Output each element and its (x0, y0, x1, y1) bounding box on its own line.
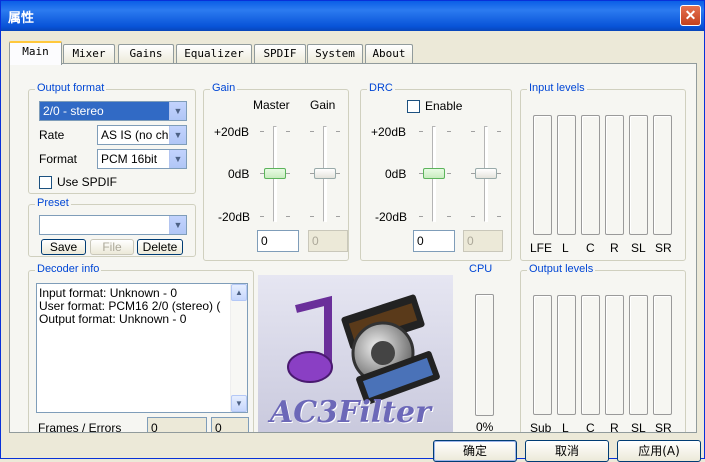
tab-gains[interactable]: Gains (118, 44, 174, 64)
output-format-group: Output format 2/0 - stereo ▼ Rate AS IS … (28, 82, 196, 194)
delete-button[interactable]: Delete (137, 239, 183, 255)
input-meter-r (605, 115, 624, 235)
frames-errors-label: Frames / Errors (38, 421, 122, 433)
output-levels-group: Output levels Sub L C R SL SR (520, 263, 686, 433)
tab-spdif[interactable]: SPDIF (254, 44, 306, 64)
gain-title: Gain (210, 82, 238, 94)
output-channel-sr: SR (655, 421, 672, 433)
drc-slider-thumb[interactable] (423, 168, 445, 179)
properties-window: 属性 ✕ Main Mixer Gains Equalizer SPDIF Sy… (0, 0, 705, 462)
input-meter-c (581, 115, 600, 235)
drc-bottom-label: -20dB (375, 210, 408, 224)
drc-level-field[interactable]: 0 (463, 230, 503, 252)
output-channel-r: R (610, 421, 619, 433)
output-channel-sl: SL (631, 421, 646, 433)
logo-text: AC3Filter (270, 395, 431, 430)
chevron-down-icon[interactable]: ▼ (169, 126, 186, 144)
frames-field: 0 (147, 417, 207, 432)
output-format-combo[interactable]: 2/0 - stereo ▼ (39, 101, 187, 121)
format-label: Format (39, 152, 78, 166)
use-spdif-label: Use SPDIF (57, 175, 118, 189)
output-channel-l: L (562, 421, 569, 433)
decoder-info-title: Decoder info (35, 263, 102, 275)
cpu-value: 0% (476, 420, 494, 433)
chevron-down-icon[interactable]: ▼ (169, 150, 186, 168)
input-channel-r: R (610, 241, 619, 255)
file-button[interactable]: File (90, 239, 134, 255)
input-channel-sl: SL (631, 241, 646, 255)
master-slider-thumb[interactable] (264, 168, 286, 179)
decoder-info-line: Output format: Unknown - 0 (39, 312, 187, 326)
output-channel-c: C (586, 421, 595, 433)
output-format-title: Output format (35, 82, 107, 94)
drc-group: DRC Enable +20dB 0dB -20dB 0 0 (360, 82, 512, 261)
input-meter-sl (629, 115, 648, 235)
output-meter-sub (533, 295, 552, 415)
cpu-title: CPU (469, 263, 493, 275)
save-button[interactable]: Save (41, 239, 86, 255)
preset-group: Preset ▼ Save File Delete (28, 197, 196, 257)
window-title: 属性 (8, 11, 35, 26)
output-meter-sl (629, 295, 648, 415)
output-meter-l (557, 295, 576, 415)
input-channel-lfe: LFE (530, 241, 553, 255)
tab-about[interactable]: About (365, 44, 413, 64)
rate-value: AS IS (no ch (101, 128, 169, 142)
drc-enable-checkbox[interactable] (407, 100, 420, 113)
chevron-down-icon[interactable]: ▼ (169, 102, 186, 120)
main-tab-panel: Output format 2/0 - stereo ▼ Rate AS IS … (9, 63, 697, 433)
drc-enable-label: Enable (425, 99, 463, 113)
errors-field: 0 (211, 417, 249, 432)
decoder-info-textarea[interactable]: Input format: Unknown - 0 User format: P… (36, 283, 248, 413)
preset-combo[interactable]: ▼ (39, 215, 187, 235)
input-channel-l: L (562, 241, 569, 255)
input-meter-l (557, 115, 576, 235)
preset-title: Preset (35, 197, 71, 209)
output-meter-sr (653, 295, 672, 415)
drc-field[interactable]: 0 (413, 230, 455, 252)
gain-bottom-label: -20dB (218, 210, 251, 224)
drc-mid-label: 0dB (385, 167, 407, 181)
gain-label: Gain (310, 98, 336, 112)
input-meter-lfe (533, 115, 552, 235)
drc-title: DRC (367, 82, 395, 94)
input-channel-sr: SR (655, 241, 672, 255)
master-gain-field[interactable]: 0 (257, 230, 299, 252)
gain-field[interactable]: 0 (308, 230, 348, 252)
title-bar[interactable]: 属性 ✕ (1, 1, 704, 31)
input-meter-sr (653, 115, 672, 235)
master-label: Master (253, 98, 290, 112)
format-combo[interactable]: PCM 16bit ▼ (97, 149, 187, 169)
tab-main[interactable]: Main (9, 41, 62, 65)
decoder-info-group: Decoder info Input format: Unknown - 0 U… (28, 263, 254, 433)
use-spdif-checkbox[interactable] (39, 176, 52, 189)
input-channel-c: C (586, 241, 595, 255)
close-button[interactable]: ✕ (680, 5, 701, 26)
drc-top-label: +20dB (371, 125, 407, 139)
drc-level-slider-thumb[interactable] (475, 168, 497, 179)
chevron-down-icon[interactable]: ▼ (169, 216, 186, 234)
scroll-down-icon[interactable]: ▼ (231, 395, 247, 412)
gain-top-label: +20dB (214, 125, 250, 139)
tab-system[interactable]: System (307, 44, 363, 64)
scroll-up-icon[interactable]: ▲ (231, 284, 247, 301)
gain-slider-thumb[interactable] (314, 168, 336, 179)
output-format-value: 2/0 - stereo (43, 104, 104, 118)
output-meter-c (581, 295, 600, 415)
ac3filter-logo: AC3Filter (258, 275, 453, 432)
output-levels-title: Output levels (527, 263, 596, 275)
tab-mixer[interactable]: Mixer (63, 44, 115, 64)
format-value: PCM 16bit (101, 152, 158, 166)
rate-combo[interactable]: AS IS (no ch ▼ (97, 125, 187, 145)
output-meter-r (605, 295, 624, 415)
output-channel-sub: Sub (530, 421, 552, 433)
input-levels-group: Input levels LFE L C R SL SR (520, 82, 686, 261)
decoder-info-scrollbar[interactable]: ▲ ▼ (230, 284, 247, 412)
gain-group: Gain Master Gain +20dB 0dB -20dB 0 0 (203, 82, 349, 261)
input-levels-title: Input levels (527, 82, 587, 94)
cpu-meter (475, 294, 494, 416)
tab-equalizer[interactable]: Equalizer (176, 44, 252, 64)
rate-label: Rate (39, 128, 65, 142)
gain-mid-label: 0dB (228, 167, 250, 181)
